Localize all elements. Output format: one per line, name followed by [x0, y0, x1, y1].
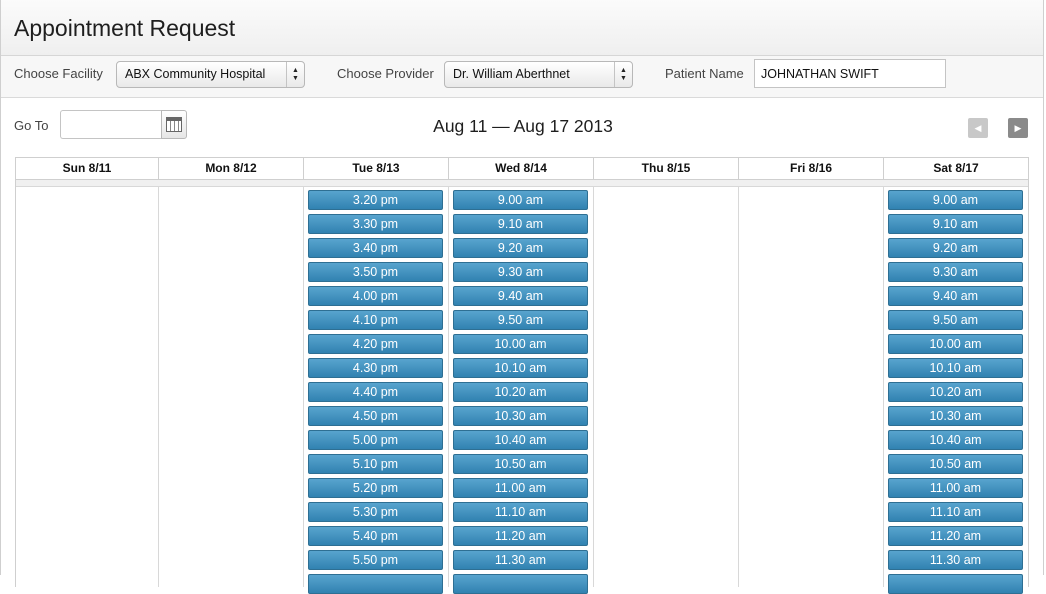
select-arrows-icon: ▲ ▼: [614, 62, 632, 87]
time-slot-button[interactable]: 9.30 am: [453, 262, 588, 282]
page-header: Appointment Request: [1, 0, 1043, 56]
day-column: [159, 187, 304, 587]
time-slot-button[interactable]: [308, 574, 443, 594]
patient-name-input[interactable]: [754, 59, 946, 88]
date-range-title: Aug 11 — Aug 17 2013: [433, 116, 613, 136]
time-slot-button[interactable]: 9.40 am: [888, 286, 1023, 306]
select-arrows-icon: ▲ ▼: [286, 62, 304, 87]
day-column: 9.00 am 9.10 am 9.20 am 9.30 am 9.40 am 9.50 …: [449, 187, 594, 594]
time-slot-button[interactable]: 10.20 am: [888, 382, 1023, 402]
time-slot-button[interactable]: 10.00 am: [453, 334, 588, 354]
appointment-window: Appointment Request Choose Facility ABX …: [0, 0, 1044, 594]
calendar-divider: [16, 180, 1028, 187]
day-column: 3.20 pm 3.30 pm 3.40 pm 3.50 pm 4.00 pm 4.10 …: [304, 187, 449, 594]
time-slot-button[interactable]: 11.20 am: [453, 526, 588, 546]
day-header: Sat 8/17: [933, 161, 979, 175]
day-header-row: Sun 8/11 Mon 8/12 Tue 8/13 Wed 8/14 Thu 8/15…: [16, 158, 1028, 180]
day-header: Fri 8/16: [739, 158, 884, 179]
time-slot-button[interactable]: 10.50 am: [888, 454, 1023, 474]
prev-week-button[interactable]: ◀: [968, 118, 988, 138]
time-slot-button[interactable]: [888, 574, 1023, 594]
day-header: Wed 8/14: [449, 158, 594, 179]
filter-bar: Choose Facility ABX Community Hospital ▲…: [1, 56, 1043, 98]
time-slot-button[interactable]: 9.30 am: [888, 262, 1023, 282]
date-toolbar: Go To Aug 11 — Aug 17 2013: [1, 98, 1043, 156]
time-slot-button[interactable]: 11.00 am: [888, 478, 1023, 498]
week-calendar: Sun 8/11 Mon 8/12 Tue 8/13 Wed 8/14 Thu 8/15…: [15, 157, 1029, 594]
time-slot-button[interactable]: 11.00 am: [453, 478, 588, 498]
time-slot-button[interactable]: 9.20 am: [888, 238, 1023, 258]
time-slot-button[interactable]: 10.50 am: [453, 454, 588, 474]
time-slot-button[interactable]: 9.20 am: [453, 238, 588, 258]
day-column: [16, 187, 159, 587]
time-slot-button[interactable]: 9.50 am: [453, 310, 588, 330]
time-slot-button[interactable]: 5.30 pm: [308, 502, 443, 522]
page-title: Appointment Request: [14, 15, 236, 41]
day-header: Mon 8/12: [159, 158, 304, 179]
time-slot-button[interactable]: 11.10 am: [453, 502, 588, 522]
day-column: [739, 187, 884, 587]
time-slot-button[interactable]: 4.40 pm: [308, 382, 443, 402]
time-slot-button[interactable]: 10.30 am: [453, 406, 588, 426]
day-header: Thu 8/15: [594, 158, 739, 179]
time-slot-button[interactable]: 10.10 am: [453, 358, 588, 378]
time-slot-button[interactable]: 10.30 am: [888, 406, 1023, 426]
time-slot-button[interactable]: 3.30 pm: [308, 214, 443, 234]
time-slot-button[interactable]: 5.10 pm: [308, 454, 443, 474]
provider-label: Choose Provider: [337, 66, 434, 81]
day-column: [594, 187, 739, 587]
time-slot-button[interactable]: [453, 574, 588, 594]
time-slot-button[interactable]: 4.30 pm: [308, 358, 443, 378]
time-slot-button[interactable]: 9.00 am: [888, 190, 1023, 210]
time-slot-button[interactable]: 4.00 pm: [308, 286, 443, 306]
time-slot-button[interactable]: 10.40 am: [888, 430, 1023, 450]
time-slot-button[interactable]: 10.00 am: [888, 334, 1023, 354]
time-slot-button[interactable]: 5.40 pm: [308, 526, 443, 546]
time-slot-button[interactable]: 5.20 pm: [308, 478, 443, 498]
time-slot-button[interactable]: 11.10 am: [888, 502, 1023, 522]
next-week-button[interactable]: ▶: [1008, 118, 1028, 138]
time-slot-button[interactable]: 11.20 am: [888, 526, 1023, 546]
time-slot-button[interactable]: 9.00 am: [453, 190, 588, 210]
time-slot-button[interactable]: 4.10 pm: [308, 310, 443, 330]
provider-select[interactable]: Dr. William Aberthnet ▲ ▼: [444, 61, 633, 88]
time-slot-button[interactable]: 10.20 am: [453, 382, 588, 402]
time-slot-button[interactable]: 9.40 am: [453, 286, 588, 306]
time-slot-button[interactable]: 10.10 am: [888, 358, 1023, 378]
slot-grid: 3.20 pm 3.30 pm 3.40 pm 3.50 pm 4.00 pm 4.10 …: [16, 187, 1028, 594]
time-slot-button[interactable]: 4.50 pm: [308, 406, 443, 426]
day-header: Sun 8/11: [16, 158, 159, 179]
time-slot-button[interactable]: 10.40 am: [453, 430, 588, 450]
time-slot-button[interactable]: 9.10 am: [888, 214, 1023, 234]
time-slot-button[interactable]: 11.30 am: [453, 550, 588, 570]
day-column: 9.00 am 9.10 am 9.20 am 9.30 am 9.40 am 9.50 …: [884, 187, 1028, 594]
time-slot-button[interactable]: 3.50 pm: [308, 262, 443, 282]
time-slot-button[interactable]: 4.20 pm: [308, 334, 443, 354]
facility-select[interactable]: ABX Community Hospital ▲ ▼: [116, 61, 305, 88]
facility-label: Choose Facility: [14, 66, 103, 81]
time-slot-button[interactable]: 9.10 am: [453, 214, 588, 234]
provider-select-value: Dr. William Aberthnet: [453, 67, 570, 81]
time-slot-button[interactable]: 9.50 am: [888, 310, 1023, 330]
facility-select-value: ABX Community Hospital: [125, 67, 266, 81]
time-slot-button[interactable]: 3.40 pm: [308, 238, 443, 258]
time-slot-button[interactable]: 3.20 pm: [308, 190, 443, 210]
time-slot-button[interactable]: 5.50 pm: [308, 550, 443, 570]
day-header: Tue 8/13: [304, 158, 449, 179]
patient-name-label: Patient Name: [665, 66, 744, 81]
time-slot-button[interactable]: 5.00 pm: [308, 430, 443, 450]
time-slot-button[interactable]: 11.30 am: [888, 550, 1023, 570]
